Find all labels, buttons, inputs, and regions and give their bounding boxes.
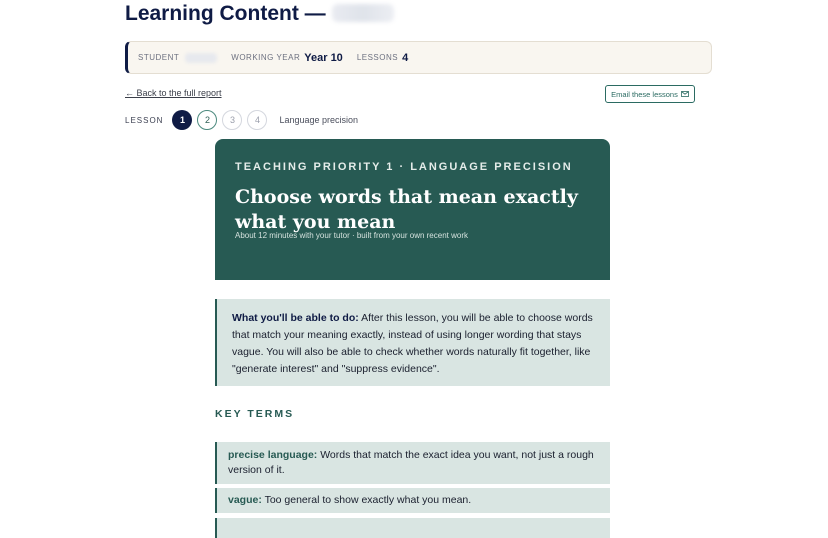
lesson-step-1[interactable]: 1 (172, 110, 193, 130)
envelope-icon (680, 91, 689, 97)
working-year-value: Year 10 (304, 51, 343, 64)
page-title-text: Learning Content — (125, 2, 326, 25)
lesson-subtitle: About 12 minutes with your tutor · built… (235, 231, 468, 240)
key-term-item: precise language: Words that match the e… (215, 442, 610, 484)
objective-lead: What you'll be able to do: (232, 312, 359, 324)
lesson-step-3[interactable]: 3 (222, 110, 243, 130)
lesson-headline: Choose words that mean exactly what you … (235, 186, 578, 233)
current-lesson-name: Language precision (279, 115, 359, 125)
key-term-item: vague: Too general to show exactly what … (215, 488, 610, 513)
student-name-redacted (331, 4, 394, 22)
email-button-label: Email these lessons (611, 89, 678, 99)
page-title: Learning Content — (125, 2, 394, 26)
lesson-step-2[interactable]: 2 (197, 110, 218, 130)
student-info-card: STUDENT WORKING YEAR Year 10 LESSONS 4 (125, 41, 712, 74)
learning-objective-box: What you'll be able to do: After this le… (215, 299, 610, 386)
lesson-stepper: LESSON 1 2 3 4 Language precision (125, 109, 358, 131)
back-to-report-link[interactable]: ← Back to the full report (125, 88, 222, 98)
lessons-label: LESSONS (356, 53, 399, 62)
lessons-count: 4 (402, 51, 409, 64)
key-term-name: precise language: (228, 449, 318, 461)
lesson-label: LESSON (125, 115, 164, 125)
key-terms-heading: KEY TERMS (215, 408, 295, 420)
student-value-redacted (185, 52, 218, 63)
working-year-label: WORKING YEAR (231, 53, 301, 62)
lesson-step-4[interactable]: 4 (247, 110, 268, 130)
lesson-hero-banner: TEACHING PRIORITY 1 · LANGUAGE PRECISION… (215, 139, 610, 280)
key-term-item-partial (215, 518, 610, 538)
student-label: STUDENT (138, 53, 180, 62)
teaching-priority-kicker: TEACHING PRIORITY 1 · LANGUAGE PRECISION (235, 161, 573, 173)
key-term-name: vague: (228, 494, 262, 506)
email-lessons-button[interactable]: Email these lessons (605, 85, 695, 103)
key-term-definition: Too general to show exactly what you mea… (261, 494, 472, 506)
